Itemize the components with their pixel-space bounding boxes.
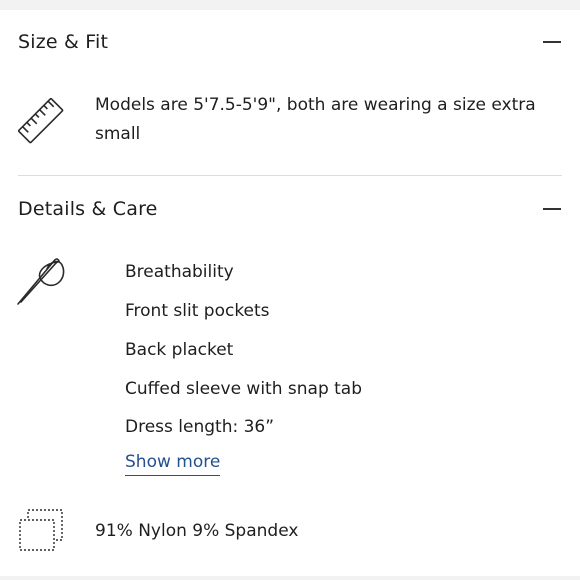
- top-divider-strip: [0, 0, 580, 10]
- fabric-swatch-icon: [16, 508, 66, 558]
- size-fit-title: Size & Fit: [18, 31, 109, 53]
- size-fit-header[interactable]: Size & Fit: [18, 22, 562, 62]
- bottom-divider-strip: [0, 576, 580, 580]
- detail-item: Breathability: [125, 262, 234, 282]
- section-divider: [18, 175, 562, 176]
- needle-thread-icon: [14, 255, 70, 311]
- ruler-icon: [16, 96, 66, 150]
- detail-item: Back placket: [125, 340, 234, 360]
- minus-icon[interactable]: [543, 41, 561, 43]
- detail-item: Cuffed sleeve with snap tab: [125, 379, 363, 399]
- detail-item: Dress length: 36”: [125, 417, 275, 437]
- size-fit-text: Models are 5'7.5-5'9", both are wearing …: [95, 95, 536, 144]
- details-care-header[interactable]: Details & Care: [18, 189, 562, 229]
- minus-icon[interactable]: [543, 208, 561, 210]
- show-more-link[interactable]: Show more: [125, 450, 221, 476]
- detail-item: Front slit pockets: [125, 301, 270, 321]
- details-care-title: Details & Care: [18, 198, 158, 220]
- fabric-composition: 91% Nylon 9% Spandex: [95, 521, 299, 541]
